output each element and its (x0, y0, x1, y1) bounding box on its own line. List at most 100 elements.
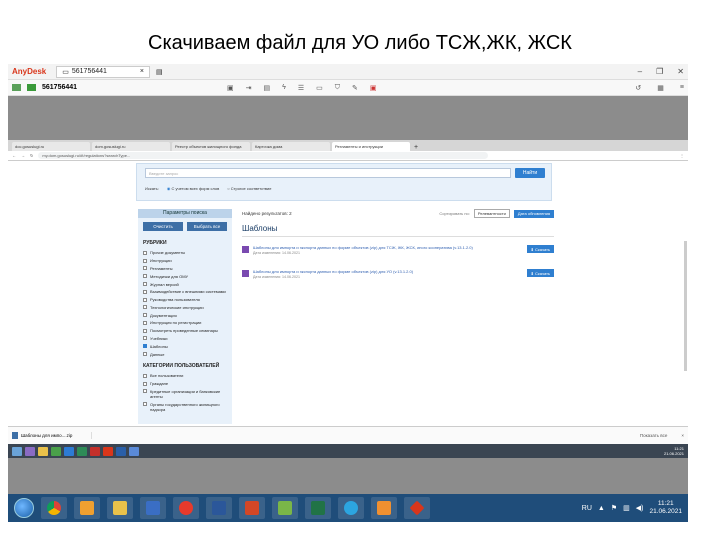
user-category-item[interactable]: Граждане (138, 380, 232, 388)
menu-icon[interactable]: ▤ (156, 68, 163, 76)
checkbox[interactable] (143, 320, 147, 325)
date-updated-button[interactable]: Дата обновления (513, 209, 554, 218)
rubric-item[interactable]: Посмотреть проведенные семинары (138, 327, 232, 335)
flag-icon[interactable]: ⚑ (611, 504, 617, 512)
checkbox[interactable] (143, 352, 147, 357)
chrome-icon[interactable] (41, 497, 67, 519)
checkbox[interactable] (143, 258, 147, 263)
telegram-icon[interactable] (129, 446, 139, 456)
result-link[interactable]: Шаблоны для импорта и экспорта данных по… (253, 245, 473, 250)
checkbox[interactable] (143, 344, 147, 349)
app-icon[interactable] (116, 446, 126, 456)
select-all-button[interactable]: Выбрать все (187, 222, 227, 231)
close-icon[interactable]: × (681, 433, 684, 438)
clear-button[interactable]: Очистить (143, 222, 183, 231)
start-icon[interactable] (12, 446, 22, 456)
rubric-item[interactable]: Инструкции (138, 257, 232, 265)
radio-exact[interactable]: ○ Строгое соответствие (227, 186, 271, 191)
result-link[interactable]: Шаблоны для импорта и экспорта данных по… (253, 269, 473, 274)
maximize-icon[interactable]: ❐ (656, 67, 663, 76)
rubric-item[interactable]: Документация (138, 311, 232, 319)
user-category-item[interactable]: Кредитные организации и банковские агент… (138, 388, 232, 401)
forward-icon[interactable]: → (21, 153, 25, 158)
rubric-item[interactable]: Учебники (138, 335, 232, 343)
rubric-item[interactable]: Данные (138, 350, 232, 358)
scrollbar[interactable] (684, 241, 687, 371)
history-icon[interactable]: ↺ (635, 84, 641, 92)
back-icon[interactable]: ← (12, 153, 16, 158)
rubric-item[interactable]: Методички для ОМУ (138, 272, 232, 280)
checkbox[interactable] (143, 381, 147, 386)
rubric-item[interactable]: Прочие документы (138, 249, 232, 257)
search-button[interactable]: Найти (515, 168, 545, 178)
browser-tab-active[interactable]: Регламенты и инструкции (332, 142, 410, 151)
toolbar-icon[interactable]: ▤ (264, 84, 271, 92)
checkbox[interactable] (143, 289, 147, 294)
checkbox[interactable] (143, 336, 147, 341)
anydesk-icon[interactable] (404, 497, 430, 519)
browser-tab[interactable]: doc.gosuslugi.ru (12, 142, 90, 151)
checkbox[interactable] (143, 328, 147, 333)
toolbar-icon[interactable]: ☰ (298, 84, 304, 92)
user-category-item[interactable]: Все пользователи (138, 372, 232, 380)
clock[interactable]: 11:21 21.06.2021 (649, 500, 682, 516)
reload-icon[interactable]: ↻ (30, 153, 33, 158)
browser-tab[interactable]: dom.gosuslugi.ru (92, 142, 170, 151)
checkbox[interactable] (143, 297, 147, 302)
checkbox[interactable] (143, 250, 147, 255)
rubric-item[interactable]: Шаблоны (138, 342, 232, 350)
word-icon[interactable] (64, 446, 74, 456)
rubric-item[interactable]: Журнал версий (138, 280, 232, 288)
pen-icon[interactable]: ✎ (352, 84, 358, 92)
checkbox[interactable] (143, 373, 147, 378)
browser-tab[interactable]: Карточка дома (252, 142, 330, 151)
download-button[interactable]: ⬇ Скачать (526, 245, 554, 253)
lightning-icon[interactable]: ϟ (282, 84, 286, 92)
rubric-item[interactable]: Технологические инструкции (138, 303, 232, 311)
checkbox[interactable] (143, 282, 147, 287)
url-input[interactable]: my.dom.gosuslugi.ru/#!/regulations?searc… (38, 152, 489, 159)
rubric-item[interactable]: Регламенты (138, 265, 232, 273)
app-icon[interactable] (25, 446, 35, 456)
excel-icon[interactable] (77, 446, 87, 456)
minimize-icon[interactable]: – (638, 67, 642, 76)
chrome-icon[interactable] (51, 446, 61, 456)
anydesk-icon[interactable] (103, 446, 113, 456)
rubric-item[interactable]: Взаимодействие с внешними системами (138, 288, 232, 296)
close-icon[interactable]: × (140, 68, 144, 75)
checkbox[interactable] (143, 389, 147, 394)
user-category-item[interactable]: Органы государственного жилищного надзор… (138, 400, 232, 413)
excel-icon[interactable] (305, 497, 331, 519)
anydesk-session-tab[interactable]: ▭ 561756441 × (56, 65, 151, 78)
powerpoint-icon[interactable] (239, 497, 265, 519)
checkbox[interactable] (143, 313, 147, 318)
app-icon[interactable] (272, 497, 298, 519)
rubric-item[interactable]: Руководства пользователя (138, 296, 232, 304)
extensions-icon[interactable]: ⋮ (680, 153, 684, 158)
folder-icon[interactable] (107, 497, 133, 519)
toolbar-icon[interactable]: ⛉ (335, 84, 340, 92)
start-button[interactable] (14, 498, 34, 518)
browser-tab[interactable]: Реестр объектов жилищного фонда (172, 142, 250, 151)
checkbox[interactable] (143, 274, 147, 279)
folder-icon[interactable] (38, 446, 48, 456)
network-icon[interactable]: ▥ (623, 504, 630, 512)
checkbox[interactable] (143, 402, 147, 407)
sort-select[interactable]: Релевантности (473, 209, 510, 218)
language-indicator[interactable]: RU (582, 505, 592, 512)
new-tab-icon[interactable]: + (414, 144, 418, 151)
tray-arrow-icon[interactable]: ▲ (598, 505, 605, 512)
radio-forms[interactable]: ◉ С учетом всех форм слов (167, 186, 219, 191)
app-icon[interactable] (90, 446, 100, 456)
media-player-icon[interactable] (74, 497, 100, 519)
close-window-icon[interactable]: ✕ (677, 67, 684, 76)
download-button[interactable]: ⬇ Скачать (526, 269, 554, 277)
app-icon[interactable] (371, 497, 397, 519)
download-item[interactable]: Шаблоны для импо....zip (12, 432, 92, 439)
yandex-browser-icon[interactable] (173, 497, 199, 519)
show-all-link[interactable]: Показать все (640, 433, 667, 438)
checkbox[interactable] (143, 305, 147, 310)
search-input[interactable]: Введите запрос (145, 168, 511, 178)
toolbar-icon[interactable]: ⇥ (246, 84, 252, 92)
monitor-icon[interactable]: ▭ (316, 84, 323, 92)
